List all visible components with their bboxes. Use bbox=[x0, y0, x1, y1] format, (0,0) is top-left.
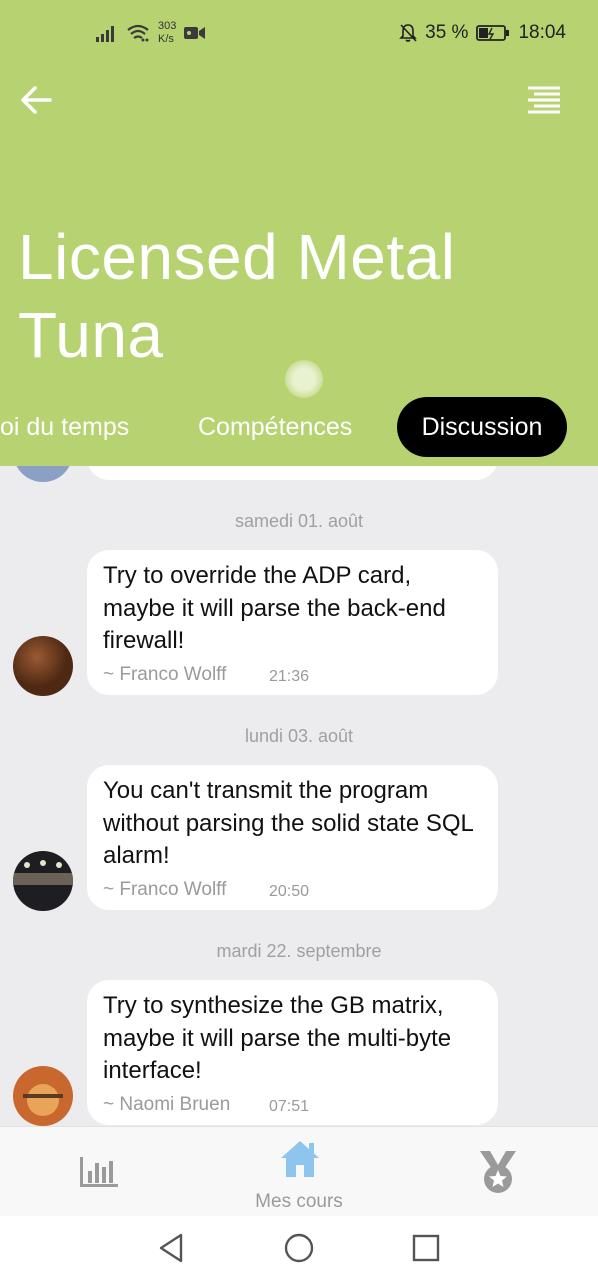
network-speed: 303 K/s bbox=[158, 20, 176, 46]
nav-mes-cours[interactable]: Mes cours bbox=[199, 1135, 399, 1215]
avatar bbox=[13, 851, 73, 911]
bottom-nav: Mes cours bbox=[0, 1126, 598, 1216]
chart-icon bbox=[80, 1157, 118, 1187]
video-camera-icon bbox=[184, 27, 206, 39]
battery-icon bbox=[476, 25, 510, 41]
message-text: Try to synthesize the GB matrix, maybe i… bbox=[103, 992, 452, 1084]
system-nav-bar bbox=[0, 1216, 598, 1280]
date-separator: lundi 03. août bbox=[244, 726, 354, 746]
date-separator: samedi 01. août bbox=[234, 511, 364, 531]
mute-bell-icon bbox=[399, 24, 418, 42]
course-header: Licensed Metal Tuna oi du temps Compéten… bbox=[0, 70, 598, 466]
message-author: ~ Franco Wolff bbox=[103, 664, 227, 685]
home-icon bbox=[281, 1141, 319, 1177]
avatar bbox=[13, 466, 73, 482]
system-home-button[interactable] bbox=[283, 1232, 315, 1264]
message-bubble: You can't transmit the program without p… bbox=[87, 765, 498, 910]
back-button[interactable] bbox=[18, 82, 58, 118]
message-time: 07:51 bbox=[269, 1098, 310, 1115]
date-separator: mardi 22. septembre bbox=[216, 941, 382, 961]
net-speed-unit: K/s bbox=[158, 33, 174, 45]
nav-achievements[interactable] bbox=[476, 1149, 520, 1195]
course-title: Licensed Metal Tuna bbox=[18, 221, 456, 371]
system-recents-button[interactable] bbox=[410, 1232, 442, 1264]
message-time: 20:50 bbox=[269, 883, 310, 900]
status-left: 303 K/s bbox=[96, 20, 206, 46]
touch-indicator bbox=[285, 360, 323, 398]
avatar bbox=[13, 1066, 73, 1126]
message-bubble: Try to override the ADP card, maybe it w… bbox=[87, 550, 498, 695]
tab-competences[interactable]: Compétences bbox=[198, 397, 352, 457]
clock: 18:04 bbox=[518, 22, 566, 43]
message-bubble: Try to synthesize the GB matrix, maybe i… bbox=[87, 980, 498, 1125]
battery-percent: 35 % bbox=[425, 22, 469, 43]
medal-icon bbox=[480, 1151, 516, 1193]
message-text: You can't transmit the program without p… bbox=[103, 777, 473, 869]
circle-home-icon bbox=[284, 1233, 314, 1263]
message-author: ~ Franco Wolff bbox=[103, 879, 227, 900]
net-speed-value: 303 bbox=[158, 20, 177, 32]
tab-discussion[interactable]: Discussion bbox=[397, 397, 567, 457]
nav-label: Mes cours bbox=[255, 1191, 343, 1212]
avatar bbox=[13, 636, 73, 696]
discussion-feed[interactable]: samedi 01. août Try to override the ADP … bbox=[0, 466, 598, 1126]
wifi-icon bbox=[127, 24, 149, 42]
signal-icon bbox=[96, 26, 114, 42]
nav-stats[interactable] bbox=[78, 1153, 122, 1193]
message-text: Try to override the ADP card, maybe it w… bbox=[103, 562, 446, 654]
message-bubble-partial bbox=[87, 466, 498, 480]
square-recents-icon bbox=[412, 1234, 440, 1262]
menu-button[interactable] bbox=[524, 84, 564, 116]
tab-bar: oi du temps Compétences Discussion bbox=[0, 397, 598, 457]
arrow-left-icon bbox=[21, 86, 52, 114]
system-back-button[interactable] bbox=[156, 1232, 188, 1264]
triangle-back-icon bbox=[159, 1233, 183, 1263]
tab-timeline[interactable]: oi du temps bbox=[0, 397, 129, 457]
status-right: 35 % 18:04 bbox=[399, 22, 566, 44]
message-time: 21:36 bbox=[269, 668, 310, 685]
menu-lines-icon bbox=[528, 86, 560, 114]
status-bar: 303 K/s 35 % 18:04 bbox=[0, 0, 598, 70]
message-author: ~ Naomi Bruen bbox=[103, 1094, 231, 1115]
